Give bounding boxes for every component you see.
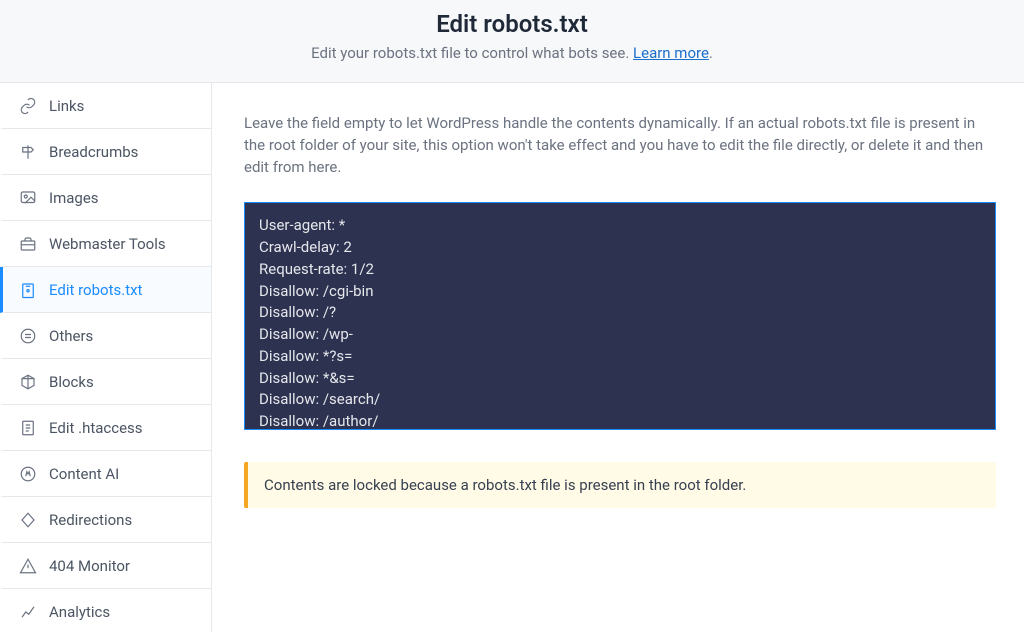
sidebar-item-label: Blocks	[49, 373, 94, 391]
sidebar-item-404-monitor[interactable]: 404 Monitor	[0, 543, 211, 589]
blocks-icon	[19, 373, 37, 391]
ai-icon	[19, 465, 37, 483]
sidebar-item-label: Edit robots.txt	[49, 281, 142, 299]
sidebar-item-label: Others	[49, 327, 93, 345]
warning-icon	[19, 557, 37, 575]
sidebar-item-analytics[interactable]: Analytics	[0, 589, 211, 632]
sidebar-item-label: Webmaster Tools	[49, 235, 166, 253]
page-header: Edit robots.txt Edit your robots.txt fil…	[0, 0, 1024, 82]
analytics-icon	[19, 603, 37, 621]
sidebar-item-links[interactable]: Links	[0, 83, 211, 129]
subtitle-pre: Edit your robots.txt file to control wha…	[311, 44, 633, 62]
sidebar-item-label: Analytics	[49, 603, 110, 621]
toolbox-icon	[19, 235, 37, 253]
signpost-icon	[19, 143, 37, 161]
settings-sidebar: Links Breadcrumbs Images Webmaster Tools	[0, 83, 212, 632]
sidebar-item-blocks[interactable]: Blocks	[0, 359, 211, 405]
locked-notice: Contents are locked because a robots.txt…	[244, 462, 996, 508]
page-title: Edit robots.txt	[20, 10, 1004, 38]
sidebar-item-webmaster-tools[interactable]: Webmaster Tools	[0, 221, 211, 267]
help-text: Leave the field empty to let WordPress h…	[244, 113, 996, 178]
sidebar-item-redirections[interactable]: Redirections	[0, 497, 211, 543]
sidebar-item-content-ai[interactable]: Content AI	[0, 451, 211, 497]
file-text-icon	[19, 419, 37, 437]
sidebar-item-edit-robots-txt[interactable]: Edit robots.txt	[0, 267, 211, 313]
list-icon	[19, 327, 37, 345]
image-icon	[19, 189, 37, 207]
main-panel: Leave the field empty to let WordPress h…	[212, 83, 1024, 632]
sidebar-item-label: Redirections	[49, 511, 132, 529]
link-icon	[19, 97, 37, 115]
sidebar-item-label: Content AI	[49, 465, 119, 483]
learn-more-link[interactable]: Learn more	[633, 44, 709, 62]
sidebar-item-images[interactable]: Images	[0, 175, 211, 221]
robots-editor-wrap	[244, 202, 996, 430]
sidebar-item-label: Links	[49, 97, 84, 115]
redirect-icon	[19, 511, 37, 529]
sidebar-item-label: Images	[49, 189, 99, 207]
sidebar-item-label: Breadcrumbs	[49, 143, 138, 161]
sidebar-item-others[interactable]: Others	[0, 313, 211, 359]
sidebar-item-label: Edit .htaccess	[49, 419, 143, 437]
sidebar-item-label: 404 Monitor	[49, 557, 130, 575]
sidebar-item-edit-htaccess[interactable]: Edit .htaccess	[0, 405, 211, 451]
subtitle-post: .	[709, 44, 713, 62]
robot-file-icon	[19, 281, 37, 299]
sidebar-item-breadcrumbs[interactable]: Breadcrumbs	[0, 129, 211, 175]
robots-txt-editor[interactable]	[245, 203, 995, 429]
page-subtitle: Edit your robots.txt file to control wha…	[20, 44, 1004, 62]
